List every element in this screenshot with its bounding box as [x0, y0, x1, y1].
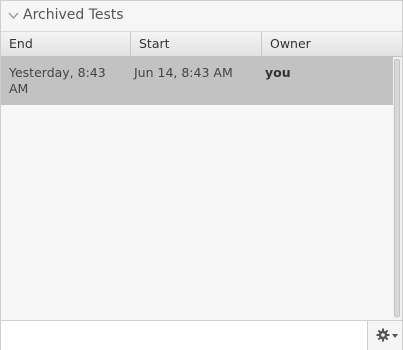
caret-down-icon — [392, 334, 398, 338]
cell-start: Jun 14, 8:43 AM — [134, 65, 233, 80]
table-header: End Start Owner — [1, 32, 402, 57]
column-header-start[interactable]: Start — [131, 32, 262, 56]
panel-footer — [1, 320, 402, 350]
cell-end: Yesterday, 8:43 AM — [9, 65, 106, 96]
chevron-down-icon[interactable] — [8, 10, 19, 21]
column-header-owner[interactable]: Owner — [262, 32, 402, 56]
archived-tests-panel: Archived Tests End Start Owner Yesterday… — [0, 0, 403, 350]
table-row[interactable]: Yesterday, 8:43 AM Jun 14, 8:43 AM you — [1, 57, 393, 105]
table-body: Yesterday, 8:43 AM Jun 14, 8:43 AM you — [1, 57, 402, 319]
column-header-end[interactable]: End — [1, 32, 131, 56]
scrollbar-thumb[interactable] — [394, 59, 400, 317]
panel-header[interactable]: Archived Tests — [1, 1, 402, 32]
gear-icon — [376, 328, 390, 342]
panel-title: Archived Tests — [23, 7, 124, 23]
cell-owner: you — [265, 65, 291, 80]
settings-menu-button[interactable] — [368, 321, 402, 350]
vertical-scrollbar[interactable] — [393, 57, 402, 319]
